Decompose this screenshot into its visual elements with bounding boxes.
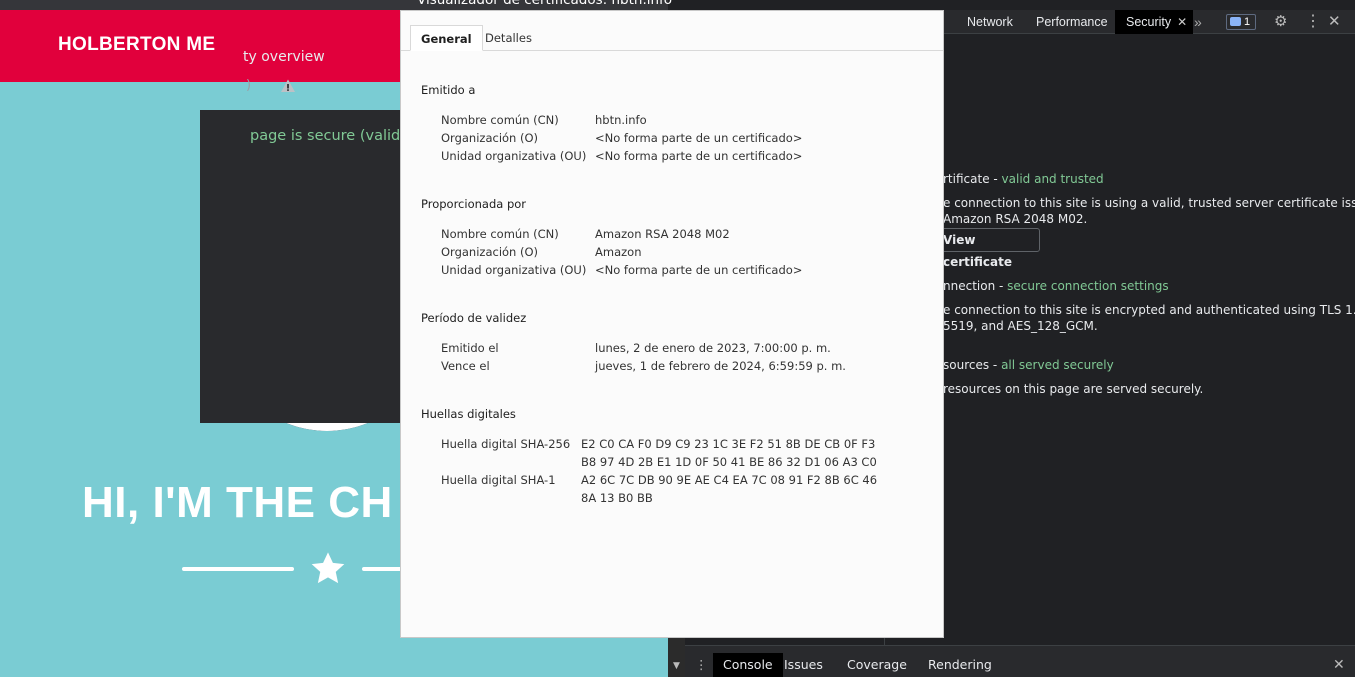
issued-to-o-value: <No forma parte de un certificado> <box>595 131 803 145</box>
issued-by-ou-value: <No forma parte de un certificado> <box>595 263 803 277</box>
close-devtools-icon[interactable]: ✕ <box>1328 10 1341 34</box>
issues-badge[interactable]: 1 <box>1226 14 1256 30</box>
validity-heading: Período de validez <box>421 311 527 325</box>
cert-tab-bar: General Detalles <box>401 25 943 51</box>
scroll-down-arrow-icon[interactable]: ▼ <box>668 655 685 677</box>
warning-icon <box>281 79 295 92</box>
tab-security[interactable]: Security ✕ <box>1115 10 1194 34</box>
drawer-tab-issues[interactable]: Issues <box>784 653 823 677</box>
resources-desc: resources on this page are served secure… <box>943 382 1204 396</box>
close-drawer-icon[interactable]: ✕ <box>1333 653 1345 677</box>
expires-date-label: Vence el <box>441 359 490 373</box>
tab-performance[interactable]: Performance <box>1036 10 1108 34</box>
tab-security-label: Security <box>1126 15 1172 29</box>
issued-by-cn-label: Nombre común (CN) <box>441 227 559 241</box>
kebab-menu-icon[interactable]: ⋮ <box>1305 10 1321 34</box>
certificate-desc-2: Amazon RSA 2048 M02. <box>943 212 1088 226</box>
issued-to-cn-value: hbtn.info <box>595 113 647 127</box>
drawer-menu-icon[interactable]: ⋮ <box>695 653 708 677</box>
divider-line-left <box>182 567 294 571</box>
certificate-viewer-dialog: General Detalles Emitido a Nombre común … <box>400 10 944 638</box>
tab-network[interactable]: Network <box>967 10 1013 34</box>
issued-to-heading: Emitido a <box>421 83 476 97</box>
issued-by-ou-label: Unidad organizativa (OU) <box>441 263 587 277</box>
sha1-value-line-1: A2 6C 7C DB 90 9E AE C4 EA 7C 08 91 F2 8… <box>581 473 878 487</box>
info-icon: ) <box>246 78 252 93</box>
gear-icon[interactable]: ⚙ <box>1274 10 1287 34</box>
resources-heading: sources - all served securely <box>943 358 1114 372</box>
tab-details[interactable]: Detalles <box>475 25 542 51</box>
devtools-drawer: ⋮ Console Issues Coverage Rendering ✕ <box>685 645 1355 677</box>
tab-general[interactable]: General <box>410 25 483 51</box>
resources-status: all served securely <box>1001 358 1114 372</box>
security-overview-heading: ty overview <box>243 49 325 65</box>
connection-status[interactable]: secure connection settings <box>1007 279 1169 293</box>
view-certificate-button[interactable]: View certificate <box>935 228 1040 269</box>
star-icon <box>311 552 345 584</box>
drawer-tab-rendering[interactable]: Rendering <box>928 653 992 677</box>
expires-date-value: jueves, 1 de febrero de 2024, 6:59:59 p.… <box>595 359 846 373</box>
issued-to-ou-label: Unidad organizativa (OU) <box>441 149 587 163</box>
sha1-label: Huella digital SHA-1 <box>441 473 556 487</box>
issued-by-o-value: Amazon <box>595 245 642 259</box>
sha256-value-line-2: B8 97 4D 2B E1 1D 0F 50 41 BE 86 32 D1 0… <box>581 455 877 469</box>
divider-line-right <box>362 567 402 571</box>
certificate-heading: rtificate - valid and trusted <box>943 172 1104 186</box>
issued-date-value: lunes, 2 de enero de 2023, 7:00:00 p. m. <box>595 341 831 355</box>
issued-to-cn-label: Nombre común (CN) <box>441 113 559 127</box>
issues-count: 1 <box>1244 16 1251 28</box>
connection-desc-2: 5519, and AES_128_GCM. <box>943 319 1098 333</box>
issued-by-cn-value: Amazon RSA 2048 M02 <box>595 227 730 241</box>
certificate-status: valid and trusted <box>1001 172 1104 186</box>
hero-title: HI, I'M THE CH <box>82 478 393 527</box>
issued-to-o-label: Organización (O) <box>441 131 539 145</box>
drawer-tab-coverage[interactable]: Coverage <box>847 653 907 677</box>
site-brand[interactable]: HOLBERTON ME <box>58 34 215 56</box>
connection-heading: nnection - secure connection settings <box>943 279 1169 293</box>
close-icon[interactable]: ✕ <box>1177 15 1187 29</box>
more-tabs-icon[interactable]: » <box>1194 10 1202 34</box>
certificate-desc: e connection to this site is using a val… <box>943 196 1355 210</box>
security-header <box>885 35 1355 110</box>
drawer-tab-console[interactable]: Console <box>713 653 783 677</box>
sha256-label: Huella digital SHA-256 <box>441 437 571 451</box>
fingerprints-heading: Huellas digitales <box>421 407 516 421</box>
issued-by-heading: Proporcionada por <box>421 197 527 211</box>
message-icon <box>1230 17 1241 26</box>
sha1-value-line-2: 8A 13 B0 BB <box>581 491 653 505</box>
issued-by-o-label: Organización (O) <box>441 245 539 259</box>
issued-to-ou-value: <No forma parte de un certificado> <box>595 149 803 163</box>
issued-date-label: Emitido el <box>441 341 499 355</box>
connection-desc: e connection to this site is encrypted a… <box>943 303 1355 317</box>
sha256-value-line-1: E2 C0 CA F0 D9 C9 23 1C 3E F2 51 8B DE C… <box>581 437 876 451</box>
cert-dialog-title: Visualizador de certificados: hbtn.info <box>417 0 673 8</box>
